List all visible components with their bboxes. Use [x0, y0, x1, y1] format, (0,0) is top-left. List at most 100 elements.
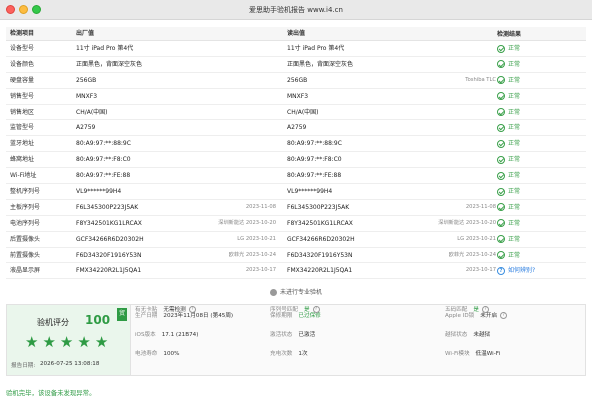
professional-check-note[interactable]: 未进行专业验机 [6, 287, 586, 299]
header-result: 检测结果 [497, 30, 522, 38]
summary-field: 电池寿命 100% [135, 349, 179, 357]
summary-field-value: 是 [473, 307, 479, 313]
result-text: 正常 [508, 45, 521, 52]
check-circle-icon [497, 187, 505, 196]
summary-field-value: 未越狱 [473, 332, 491, 338]
question-icon[interactable]: ? [312, 306, 320, 313]
row-result: 正常 [497, 41, 520, 56]
row-read-value: GCF34266R6D20302H [287, 235, 355, 243]
table-row: 销售地区 CH/A(中国) CH/A(中国) 正常 [6, 105, 586, 121]
row-read-value: 256GB [287, 76, 308, 84]
summary-field-value: 已激活 [298, 332, 316, 338]
row-result: 正常 [497, 152, 520, 167]
row-factory-value: F8Y342501KG1LRCAX [76, 219, 142, 227]
row-result: 正常 [497, 57, 520, 72]
report-date-label: 报告日期: [11, 363, 36, 369]
row-result: 正常 [497, 200, 520, 215]
conclusion-text: 验机完毕，该设备未发现异常。 [6, 389, 96, 397]
summary-field: 有无卡贴 无需检测? [135, 305, 196, 313]
table-row: 监管型号 A2759 A2759 正常 [6, 120, 586, 137]
row-read-value: 80:A9:97:**:FE:88 [287, 172, 342, 180]
info-icon [269, 289, 277, 296]
row-read-extra: 欧菲光 2023-10-24 [448, 251, 496, 258]
row-factory-value: 正面黑色，背面深空灰色 [76, 60, 143, 68]
summary-field-value: 未开启 [480, 313, 498, 319]
row-item: 蓝牙地址 [10, 140, 35, 148]
how-to-identify-link[interactable]: 如何辨别? [508, 263, 535, 278]
report-date-value: 2026-07-25 13:08:18 [40, 361, 100, 367]
summary-field-value: 低温Wi-Fi [475, 351, 501, 357]
row-item: 主板序列号 [10, 203, 41, 211]
question-icon[interactable]: ? [482, 306, 489, 313]
summary-field: 充电次数 1次 [270, 349, 308, 357]
star-icon: ★ [94, 333, 109, 351]
row-result: 正常 [497, 89, 520, 104]
table-row: Wi-Fi地址 80:A9:97:**:FE:88 80:A9:97:**:FE:8… [6, 168, 586, 185]
row-read-extra: 深圳新能达 2023-10-20 [438, 219, 496, 226]
row-factory-value: CH/A(中国) [76, 108, 108, 116]
check-circle-icon [497, 219, 505, 228]
row-factory-value: 80:A9:97:**:88:9C [76, 140, 131, 148]
row-item: 后置摄像头 [10, 235, 41, 243]
star-icon: ★ [25, 333, 39, 351]
check-circle-icon [497, 171, 505, 180]
row-item: 设备颜色 [10, 60, 35, 68]
score-panel: 验机评分 100 贸 ★ ★ ★ ★ ★ 报告日期: 2026-07-25 13… [7, 305, 131, 375]
table-row: 硬盘容量 256GB 256GB Toshiba TLC 正常 [6, 73, 586, 89]
check-circle-icon [497, 76, 505, 85]
summary-field-key: 越狱状态 [445, 332, 468, 338]
summary-field-value: 已过保修 [298, 313, 321, 319]
row-result: 正常 [497, 184, 520, 199]
row-item: 电池序列号 [10, 219, 41, 227]
row-result: 正常 [497, 248, 520, 263]
table-row: 后置摄像头 GCF34266R6D20302H LG 2023-10-21 GCF34… [6, 232, 586, 248]
check-circle-icon [497, 251, 505, 260]
summary-field-key: 生产日期 [135, 313, 158, 319]
summary-field: 五码匹配是? [445, 305, 489, 313]
question-icon[interactable]: ? [188, 306, 196, 313]
row-item: Wi-Fi地址 [10, 172, 37, 180]
summary-field: 激活状态 已激活 [270, 330, 315, 338]
row-factory-value: VL9******99H4 [76, 188, 122, 196]
professional-check-label: 未进行专业验机 [279, 289, 322, 296]
summary-field-key: 激活状态 [270, 332, 293, 338]
summary-field-key: 电池寿命 [135, 351, 158, 357]
check-circle-icon [497, 108, 505, 117]
summary-field-value: 17.1 (21B74) [161, 332, 199, 338]
row-factory-extra: 2023-11-08 [245, 203, 276, 210]
row-result: 正常 [497, 73, 520, 88]
row-factory-value: MNXF3 [76, 92, 98, 100]
row-item: 销售型号 [10, 92, 35, 100]
table-row: 设备颜色 正面黑色，背面深空灰色 正面黑色，背面深空灰色 正常 [6, 57, 586, 73]
check-circle-icon [497, 155, 505, 164]
summary-field: 越狱状态 未越狱 [445, 330, 490, 338]
result-text: 正常 [508, 188, 521, 196]
star-icon: ★ [42, 333, 56, 351]
summary-panel: 验机评分 100 贸 ★ ★ ★ ★ ★ 报告日期: 2026-07-25 13… [6, 304, 586, 376]
check-circle-icon [497, 44, 505, 53]
summary-field-key: 充电次数 [270, 351, 293, 357]
result-text: 正常 [508, 156, 521, 164]
header-factory: 出厂值 [76, 30, 95, 37]
row-read-value: MNXF3 [287, 92, 309, 100]
table-row: 蜂窝地址 80:A9:97:**:F8:C0 80:A9:97:**:F8:C0 正常 [6, 152, 586, 169]
row-read-value: F6L345300P223J5AK [287, 203, 350, 211]
summary-field-key: Apple ID锁 [445, 313, 475, 319]
row-result[interactable]: ? 如何辨别? [497, 263, 535, 278]
star-icon: ★ [77, 333, 91, 351]
row-factory-value: F6L345300P223J5AK [76, 203, 139, 211]
table-row: 电池序列号 F8Y342501KG1LRCAX 深圳新能达 2023-10-20 F8… [6, 216, 586, 232]
row-result: 正常 [497, 105, 520, 120]
question-icon[interactable]: ? [500, 312, 508, 319]
table-row: 蓝牙地址 80:A9:97:**:88:9C 80:A9:97:**:88:9C 正常 [6, 136, 586, 153]
check-circle-icon [497, 139, 505, 148]
result-text: 正常 [508, 92, 521, 100]
result-text: 正常 [508, 172, 521, 180]
row-item: 监管型号 [10, 124, 35, 132]
row-factory-extra: 欧菲光 2023-10-24 [228, 251, 276, 258]
help-icon: ? [497, 266, 505, 275]
row-read-value: 11寸 iPad Pro 第4代 [287, 45, 345, 52]
row-item: 销售地区 [10, 108, 35, 116]
summary-field-key: 五码匹配 [445, 307, 468, 313]
check-circle-icon [497, 123, 505, 132]
